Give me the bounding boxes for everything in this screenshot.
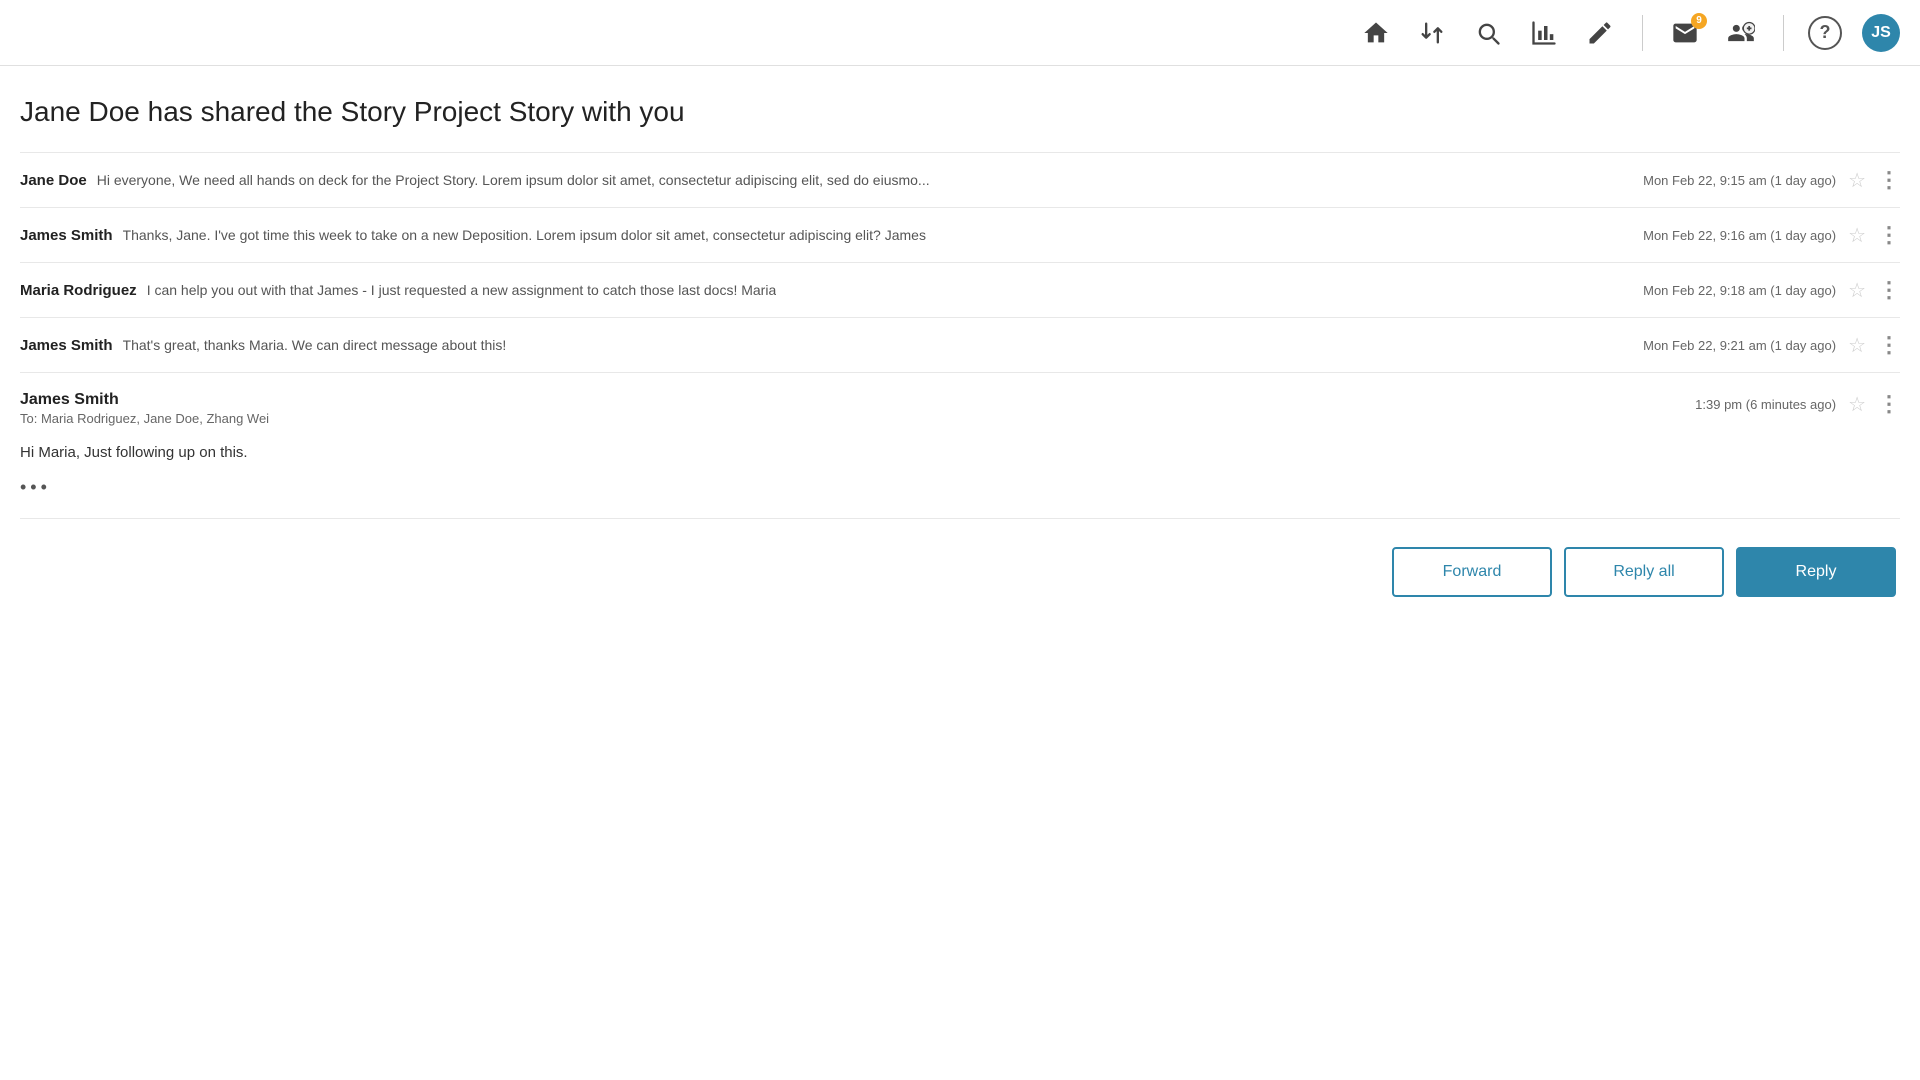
time-2: Mon Feb 22, 9:16 am (1 day ago) (1643, 228, 1836, 243)
sort-icon[interactable] (1414, 15, 1450, 51)
message-dots: ••• (20, 477, 1900, 498)
nav-divider-2 (1783, 15, 1784, 51)
reply-button[interactable]: Reply (1736, 547, 1896, 597)
preview-3: I can help you out with that James - I j… (147, 282, 777, 298)
more-icon-expanded[interactable]: ⋮ (1878, 391, 1900, 417)
email-subject: Jane Doe has shared the Story Project St… (20, 96, 1900, 128)
message-row[interactable]: Jane Doe Hi everyone, We need all hands … (20, 152, 1900, 208)
expanded-to: To: Maria Rodriguez, Jane Doe, Zhang Wei (20, 411, 1695, 426)
message-row[interactable]: Maria Rodriguez I can help you out with … (20, 263, 1900, 318)
message-right-1: Mon Feb 22, 9:15 am (1 day ago) ☆ ⋮ (1643, 167, 1900, 193)
mail-icon[interactable]: 9 (1667, 15, 1703, 51)
mail-badge: 9 (1691, 13, 1707, 29)
message-right-4: Mon Feb 22, 9:21 am (1 day ago) ☆ ⋮ (1643, 332, 1900, 358)
star-icon-3[interactable]: ☆ (1848, 278, 1866, 303)
expanded-sender-block: James Smith To: Maria Rodriguez, Jane Do… (20, 391, 1695, 426)
preview-4: That's great, thanks Maria. We can direc… (123, 337, 507, 353)
expanded-recipients: Maria Rodriguez, Jane Doe, Zhang Wei (41, 411, 269, 426)
star-icon-4[interactable]: ☆ (1848, 333, 1866, 358)
expanded-time: 1:39 pm (6 minutes ago) (1695, 397, 1836, 412)
users-icon[interactable] (1723, 15, 1759, 51)
sender-4: James Smith (20, 337, 113, 354)
home-icon[interactable] (1358, 15, 1394, 51)
star-icon-expanded[interactable]: ☆ (1848, 392, 1866, 417)
reply-all-button[interactable]: Reply all (1564, 547, 1724, 597)
action-buttons: Forward Reply all Reply (20, 547, 1900, 597)
message-left-2: James Smith Thanks, Jane. I've got time … (20, 227, 1623, 244)
expanded-sender: James Smith (20, 391, 1695, 409)
more-icon-4[interactable]: ⋮ (1878, 332, 1900, 358)
search-icon[interactable] (1470, 15, 1506, 51)
message-row[interactable]: James Smith Thanks, Jane. I've got time … (20, 208, 1900, 263)
star-icon-2[interactable]: ☆ (1848, 223, 1866, 248)
sender-1: Jane Doe (20, 172, 87, 189)
help-icon[interactable]: ? (1808, 16, 1842, 50)
main-content: Jane Doe has shared the Story Project St… (0, 66, 1920, 617)
edit-icon[interactable] (1582, 15, 1618, 51)
sender-3: Maria Rodriguez (20, 282, 137, 299)
body-line1: Hi Maria, Just following up on this. (20, 442, 1900, 465)
star-icon-1[interactable]: ☆ (1848, 168, 1866, 193)
expanded-right: 1:39 pm (6 minutes ago) ☆ ⋮ (1695, 391, 1900, 417)
expanded-to-label: To: (20, 411, 37, 426)
time-4: Mon Feb 22, 9:21 am (1 day ago) (1643, 338, 1836, 353)
more-icon-3[interactable]: ⋮ (1878, 277, 1900, 303)
message-body: Hi Maria, Just following up on this. (20, 442, 1900, 465)
expanded-header: James Smith To: Maria Rodriguez, Jane Do… (20, 391, 1900, 426)
chart-icon[interactable] (1526, 15, 1562, 51)
time-1: Mon Feb 22, 9:15 am (1 day ago) (1643, 173, 1836, 188)
more-icon-2[interactable]: ⋮ (1878, 222, 1900, 248)
preview-1: Hi everyone, We need all hands on deck f… (97, 172, 930, 188)
navbar: 9 ? JS (0, 0, 1920, 66)
navbar-icons: 9 ? JS (1358, 14, 1900, 52)
preview-2: Thanks, Jane. I've got time this week to… (123, 227, 926, 243)
message-row[interactable]: James Smith That's great, thanks Maria. … (20, 318, 1900, 373)
more-icon-1[interactable]: ⋮ (1878, 167, 1900, 193)
message-right-2: Mon Feb 22, 9:16 am (1 day ago) ☆ ⋮ (1643, 222, 1900, 248)
forward-button[interactable]: Forward (1392, 547, 1552, 597)
avatar[interactable]: JS (1862, 14, 1900, 52)
message-left-3: Maria Rodriguez I can help you out with … (20, 282, 1623, 299)
sender-2: James Smith (20, 227, 113, 244)
time-3: Mon Feb 22, 9:18 am (1 day ago) (1643, 283, 1836, 298)
message-left-4: James Smith That's great, thanks Maria. … (20, 337, 1623, 354)
message-left-1: Jane Doe Hi everyone, We need all hands … (20, 172, 1623, 189)
message-right-3: Mon Feb 22, 9:18 am (1 day ago) ☆ ⋮ (1643, 277, 1900, 303)
expanded-message: James Smith To: Maria Rodriguez, Jane Do… (20, 373, 1900, 519)
nav-divider-1 (1642, 15, 1643, 51)
